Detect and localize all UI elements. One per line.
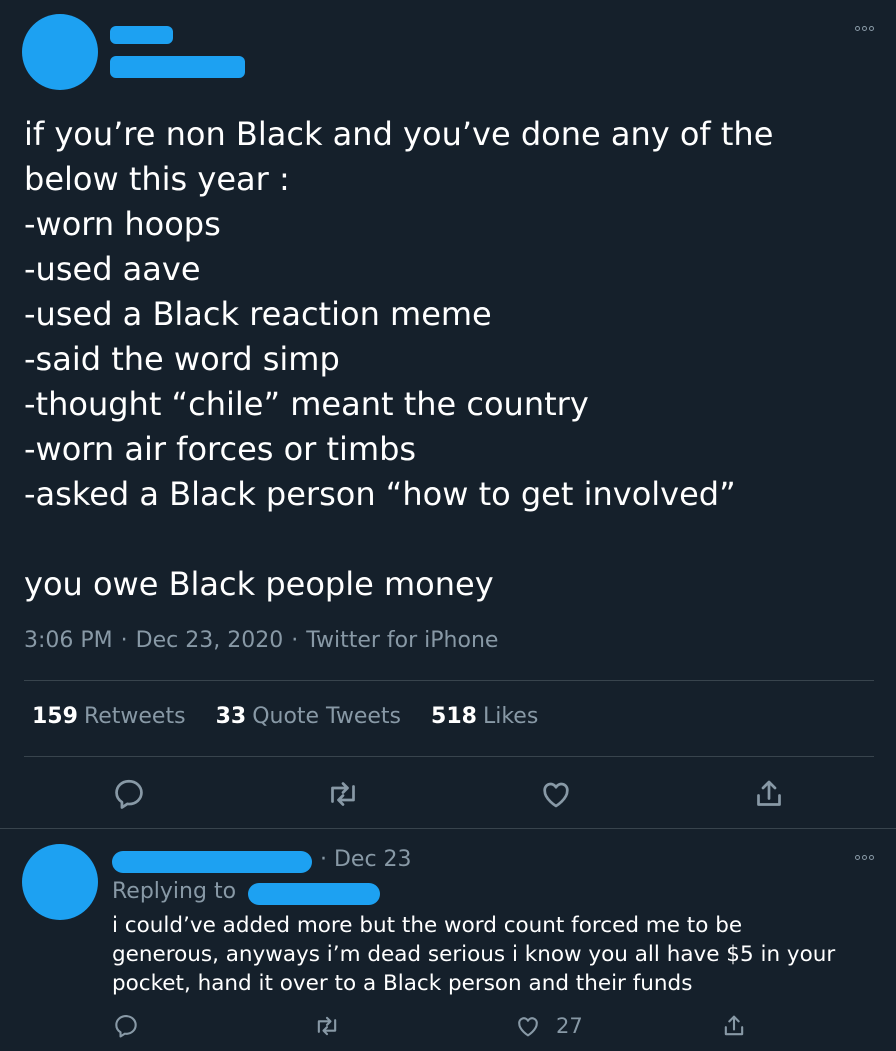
retweet-icon[interactable]	[313, 1011, 341, 1041]
like-icon[interactable]	[538, 776, 574, 812]
reply-line: generous, anyways i’m dead serious i kno…	[112, 942, 836, 967]
quote-tweets-count: 33	[215, 704, 247, 729]
retweets-count: 159	[32, 704, 78, 729]
avatar[interactable]	[22, 14, 98, 90]
tweet-line: -used aave	[24, 250, 201, 288]
meta-separator: ·	[120, 628, 128, 653]
reply-icon[interactable]	[112, 1011, 140, 1041]
redacted-replying-to-handle[interactable]	[248, 883, 380, 905]
reply-line: pocket, hand it over to a Black person a…	[112, 971, 693, 996]
meta-separator: ·	[291, 628, 299, 653]
tweet-line: -used a Black reaction meme	[24, 295, 492, 333]
tweet-line: -worn air forces or timbs	[24, 430, 417, 468]
tweet-line: below this year :	[24, 160, 290, 198]
tweet-line: -thought “chile” meant the country	[24, 385, 589, 423]
tweet-page: if you’re non Black and you’ve done any …	[0, 0, 896, 1051]
quote-tweets-stat[interactable]: 33 Quote Tweets	[216, 704, 401, 729]
reply-actions: 27	[0, 1011, 896, 1041]
reply-like-count: 27	[556, 1014, 583, 1038]
share-icon[interactable]	[751, 776, 787, 812]
reply-icon[interactable]	[111, 776, 147, 812]
redacted-display-name[interactable]	[110, 26, 173, 44]
quote-tweets-label: Quote Tweets	[252, 704, 402, 729]
retweets-label: Retweets	[83, 704, 186, 729]
tweet-line: if you’re non Black and you’ve done any …	[24, 115, 774, 153]
tweet-line: -said the word simp	[24, 340, 340, 378]
tweet-meta: 3:06 PM · Dec 23, 2020 · Twitter for iPhone	[24, 628, 498, 653]
tweet-client[interactable]: Twitter for iPhone	[306, 628, 498, 653]
divider	[24, 680, 874, 681]
divider	[24, 756, 874, 757]
like-icon	[518, 1017, 538, 1037]
tweet-date[interactable]: Dec 23, 2020	[136, 628, 284, 653]
redacted-reply-name[interactable]	[112, 851, 312, 873]
tweet-line: -asked a Black person “how to get involv…	[24, 475, 736, 513]
more-icon[interactable]	[855, 855, 874, 860]
tweet-time[interactable]: 3:06 PM	[24, 628, 113, 653]
reply-tweet: · Dec 23 Replying to i could’ve added mo…	[0, 829, 896, 1051]
replying-to-label: Replying to	[112, 879, 237, 904]
likes-label: Likes	[482, 704, 539, 729]
reply-avatar[interactable]	[22, 844, 98, 920]
tweet-line: -worn hoops	[24, 205, 221, 243]
tweet-text: if you’re non Black and you’ve done any …	[24, 112, 884, 607]
like-button[interactable]: 27	[514, 1011, 583, 1041]
tweet-stats: 159 Retweets 33 Quote Tweets 518 Likes	[32, 704, 568, 729]
retweet-icon[interactable]	[325, 776, 361, 812]
likes-stat[interactable]: 518 Likes	[431, 704, 538, 729]
share-icon[interactable]	[720, 1011, 748, 1041]
likes-count: 518	[431, 704, 477, 729]
main-tweet: if you’re non Black and you’ve done any …	[0, 0, 896, 828]
tweet-line: you owe Black people money	[24, 565, 494, 603]
redacted-username[interactable]	[110, 56, 245, 78]
more-icon[interactable]	[855, 26, 874, 31]
retweets-stat[interactable]: 159 Retweets	[32, 704, 186, 729]
reply-date[interactable]: · Dec 23	[320, 847, 412, 872]
tweet-actions	[0, 776, 896, 816]
reply-text: i could’ve added more but the word count…	[112, 911, 892, 998]
reply-line: i could’ve added more but the word count…	[112, 913, 743, 938]
